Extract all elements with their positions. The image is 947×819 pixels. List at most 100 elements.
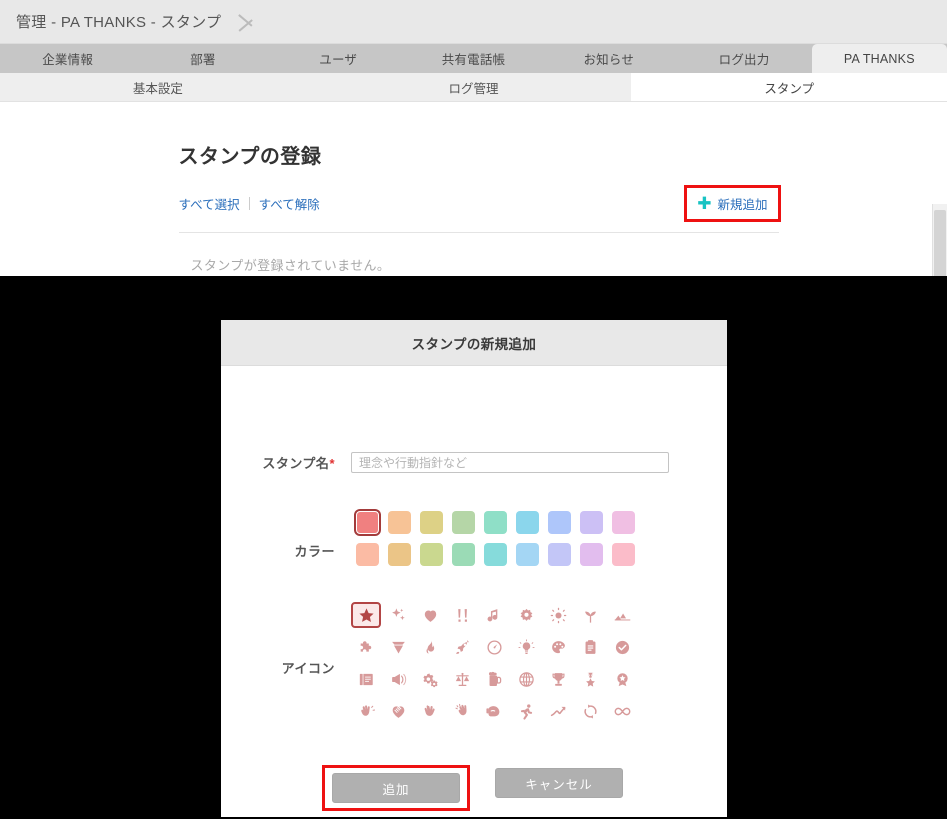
required-asterisk: * xyxy=(329,456,335,471)
breadcrumb: 管理 - PA THANKS - スタンプ xyxy=(16,14,222,31)
add-stamp-modal: スタンプの新規追加 スタンプ名* カラー アイコン 追加 xyxy=(221,320,727,817)
color-swatch-f0bfe3[interactable] xyxy=(611,511,635,534)
subtab-log-kanri[interactable]: ログ管理 xyxy=(316,73,632,101)
field-row-stamp-name: スタンプ名* xyxy=(221,452,727,473)
select-all-link[interactable]: すべて選択 xyxy=(179,194,240,213)
gears-icon[interactable] xyxy=(415,666,445,692)
color-cell xyxy=(511,511,543,534)
vertical-scrollbar[interactable] xyxy=(932,204,947,276)
tab-log-shutsuryoku[interactable]: ログ出力 xyxy=(676,44,811,73)
color-swatch-c3c6f7[interactable] xyxy=(547,543,571,566)
refresh-cycle-icon[interactable] xyxy=(575,698,605,724)
color-swatch-9bdbb6[interactable] xyxy=(451,543,475,566)
scales-icon[interactable] xyxy=(447,666,477,692)
raised-hands-icon[interactable] xyxy=(351,698,381,724)
color-swatch-b5d6a7[interactable] xyxy=(451,511,475,534)
modal-footer: 追加 キャンセル xyxy=(221,765,727,814)
color-swatch-ccc0f5[interactable] xyxy=(579,511,603,534)
color-cell xyxy=(447,511,479,534)
clipboard-icon[interactable] xyxy=(575,634,605,660)
sprout-icon[interactable] xyxy=(575,602,605,628)
submit-button-highlight: 追加 xyxy=(322,765,470,811)
color-swatch-ddd186[interactable] xyxy=(419,511,443,534)
beer-mug-icon[interactable] xyxy=(479,666,509,692)
subtab-stamp[interactable]: スタンプ xyxy=(631,73,947,101)
megaphone-icon[interactable] xyxy=(383,666,413,692)
color-swatch-a4d6f4[interactable] xyxy=(515,543,539,566)
color-cell xyxy=(543,543,575,566)
color-swatch-aec6fa[interactable] xyxy=(547,511,571,534)
medal-icon[interactable] xyxy=(575,666,605,692)
action-row: すべて選択 すべて解除 ✚ 新規追加 xyxy=(178,185,781,233)
color-cell xyxy=(575,543,607,566)
check-circle-icon[interactable] xyxy=(607,634,637,660)
field-row-icon: アイコン xyxy=(221,602,727,724)
rocket-icon[interactable] xyxy=(447,634,477,660)
tab-pa-thanks[interactable]: PA THANKS xyxy=(811,44,947,73)
book-icon[interactable] xyxy=(351,666,381,692)
color-cell xyxy=(351,543,383,566)
puzzle-piece-icon[interactable] xyxy=(351,634,381,660)
award-badge-icon[interactable] xyxy=(607,666,637,692)
add-new-label: 新規追加 xyxy=(717,198,768,212)
color-swatch-f08080[interactable] xyxy=(355,511,379,534)
background-page: 管理 - PA THANKS - スタンプ 企業情報 部署 ユーザ 共有電話帳 … xyxy=(0,0,947,276)
globe-icon[interactable] xyxy=(511,666,541,692)
sparkles-icon[interactable] xyxy=(383,602,413,628)
color-swatch-86dbdb[interactable] xyxy=(483,543,507,566)
deselect-all-link[interactable]: すべて解除 xyxy=(259,194,320,213)
victory-hand-icon[interactable] xyxy=(415,698,445,724)
music-note-icon[interactable] xyxy=(479,602,509,628)
color-swatch-e2bdee[interactable] xyxy=(579,543,603,566)
flower-icon[interactable] xyxy=(511,602,541,628)
color-label: カラー xyxy=(294,544,335,559)
color-cell xyxy=(415,543,447,566)
subtab-kihon-settei[interactable]: 基本設定 xyxy=(0,73,316,101)
color-cell xyxy=(447,543,479,566)
mountain-icon[interactable] xyxy=(607,602,637,628)
tab-busho[interactable]: 部署 xyxy=(135,44,270,73)
color-cell xyxy=(607,543,639,566)
selection-links: すべて選択 すべて解除 xyxy=(179,194,320,213)
tab-kyouyuu-denwachou[interactable]: 共有電話帳 xyxy=(406,44,541,73)
stamp-name-input[interactable] xyxy=(351,452,669,473)
palette-icon[interactable] xyxy=(543,634,573,660)
cancel-button[interactable]: キャンセル xyxy=(495,768,623,798)
clapping-hands-icon[interactable] xyxy=(447,698,477,724)
screen-root: 管理 - PA THANKS - スタンプ 企業情報 部署 ユーザ 共有電話帳 … xyxy=(0,0,947,819)
flexed-bicep-icon[interactable] xyxy=(479,698,509,724)
diamond-icon[interactable] xyxy=(383,634,413,660)
star-icon[interactable] xyxy=(351,602,381,628)
submit-button[interactable]: 追加 xyxy=(332,773,460,803)
color-swatch-f7c396[interactable] xyxy=(387,511,411,534)
running-person-icon[interactable] xyxy=(511,698,541,724)
double-exclamation-icon[interactable] xyxy=(447,602,477,628)
tab-oshirase[interactable]: お知らせ xyxy=(541,44,676,73)
infinity-icon[interactable] xyxy=(607,698,637,724)
color-swatch-8fdfc7[interactable] xyxy=(483,511,507,534)
handshake-heart-icon[interactable] xyxy=(383,698,413,724)
add-new-button[interactable]: ✚ 新規追加 xyxy=(684,185,781,222)
color-cell xyxy=(575,511,607,534)
fire-icon[interactable] xyxy=(415,634,445,660)
color-cell xyxy=(383,543,415,566)
sun-icon[interactable] xyxy=(543,602,573,628)
lightbulb-icon[interactable] xyxy=(511,634,541,660)
trophy-icon[interactable] xyxy=(543,666,573,692)
color-swatch-fbbba4[interactable] xyxy=(355,543,379,566)
tab-user[interactable]: ユーザ xyxy=(271,44,406,73)
chart-line-up-icon[interactable] xyxy=(543,698,573,724)
color-cell xyxy=(479,511,511,534)
icon-label: アイコン xyxy=(281,661,335,676)
color-swatch-ebc587[interactable] xyxy=(387,543,411,566)
scrollbar-thumb[interactable] xyxy=(934,210,946,276)
gauge-icon[interactable] xyxy=(479,634,509,660)
color-swatch-fbbcc9[interactable] xyxy=(611,543,635,566)
heart-icon[interactable] xyxy=(415,602,445,628)
chevron-right-icon xyxy=(235,0,265,44)
color-swatch-cad88f[interactable] xyxy=(419,543,443,566)
empty-state-message: スタンプが登録されていません。 xyxy=(190,258,391,273)
color-swatch-8bd6ec[interactable] xyxy=(515,511,539,534)
tab-kigyou-jouhou[interactable]: 企業情報 xyxy=(0,44,135,73)
color-cell xyxy=(415,511,447,534)
